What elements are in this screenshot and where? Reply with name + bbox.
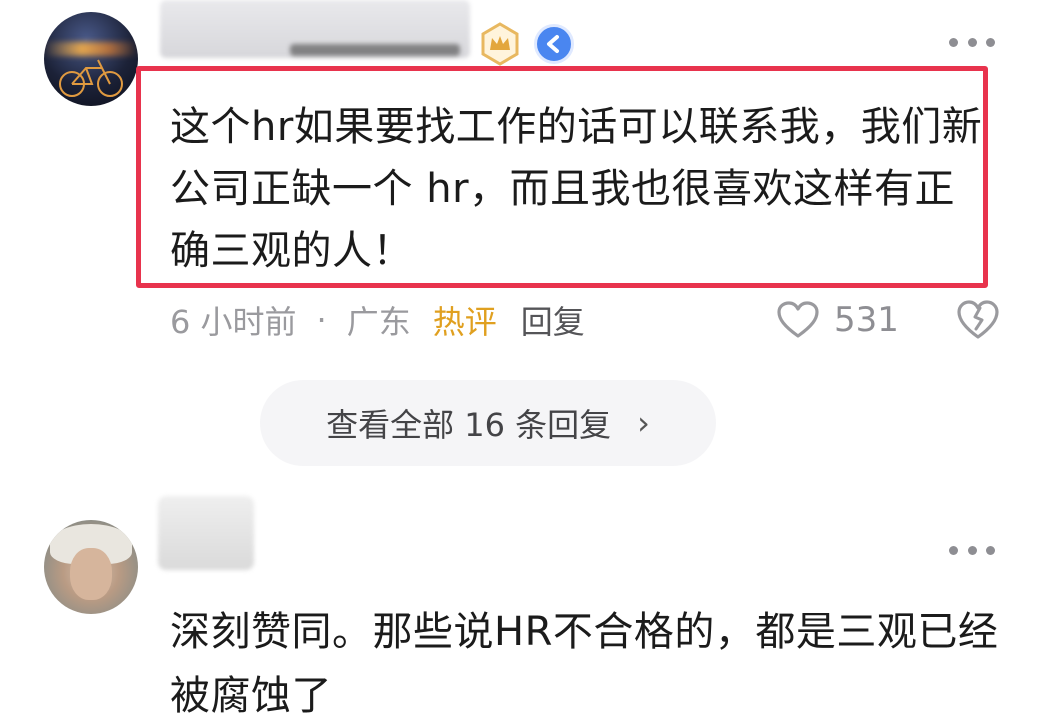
verified-badge-icon (534, 24, 574, 64)
comment-location: 广东 (346, 303, 411, 341)
more-icon[interactable] (949, 542, 995, 558)
comment-list: 这个hr如果要找工作的话可以联系我，我们新公司正缺一个 hr，而且我也很喜欢这样… (0, 0, 1047, 721)
hot-comment-tag: 热评 (432, 303, 497, 341)
dislike-heart-icon[interactable] (956, 298, 1000, 342)
avatar[interactable] (44, 520, 138, 614)
avatar[interactable] (44, 12, 138, 106)
more-icon[interactable] (949, 34, 995, 50)
view-all-replies-button[interactable]: 查看全部 16 条回复 › (260, 380, 716, 466)
username-blurred[interactable] (158, 496, 254, 570)
crown-badge-icon (478, 22, 522, 66)
username-blurred-text (290, 44, 460, 56)
comment-text: 深刻赞同。那些说HR不合格的，都是三观已经被腐蚀了 (170, 609, 999, 719)
comment-text: 这个hr如果要找工作的话可以联系我，我们新公司正缺一个 hr，而且我也很喜欢这样… (170, 104, 983, 274)
comment-time: 6 小时前 (170, 303, 297, 341)
comment-meta: 6 小时前 · 广东 热评 回复 (170, 296, 585, 344)
like-count: 531 (834, 300, 899, 340)
chevron-right-icon: › (637, 404, 650, 442)
reply-button[interactable]: 回复 (521, 297, 585, 343)
meta-separator: · (316, 301, 327, 339)
view-replies-label: 查看全部 16 条回复 (326, 406, 612, 444)
heart-icon[interactable] (776, 300, 820, 340)
